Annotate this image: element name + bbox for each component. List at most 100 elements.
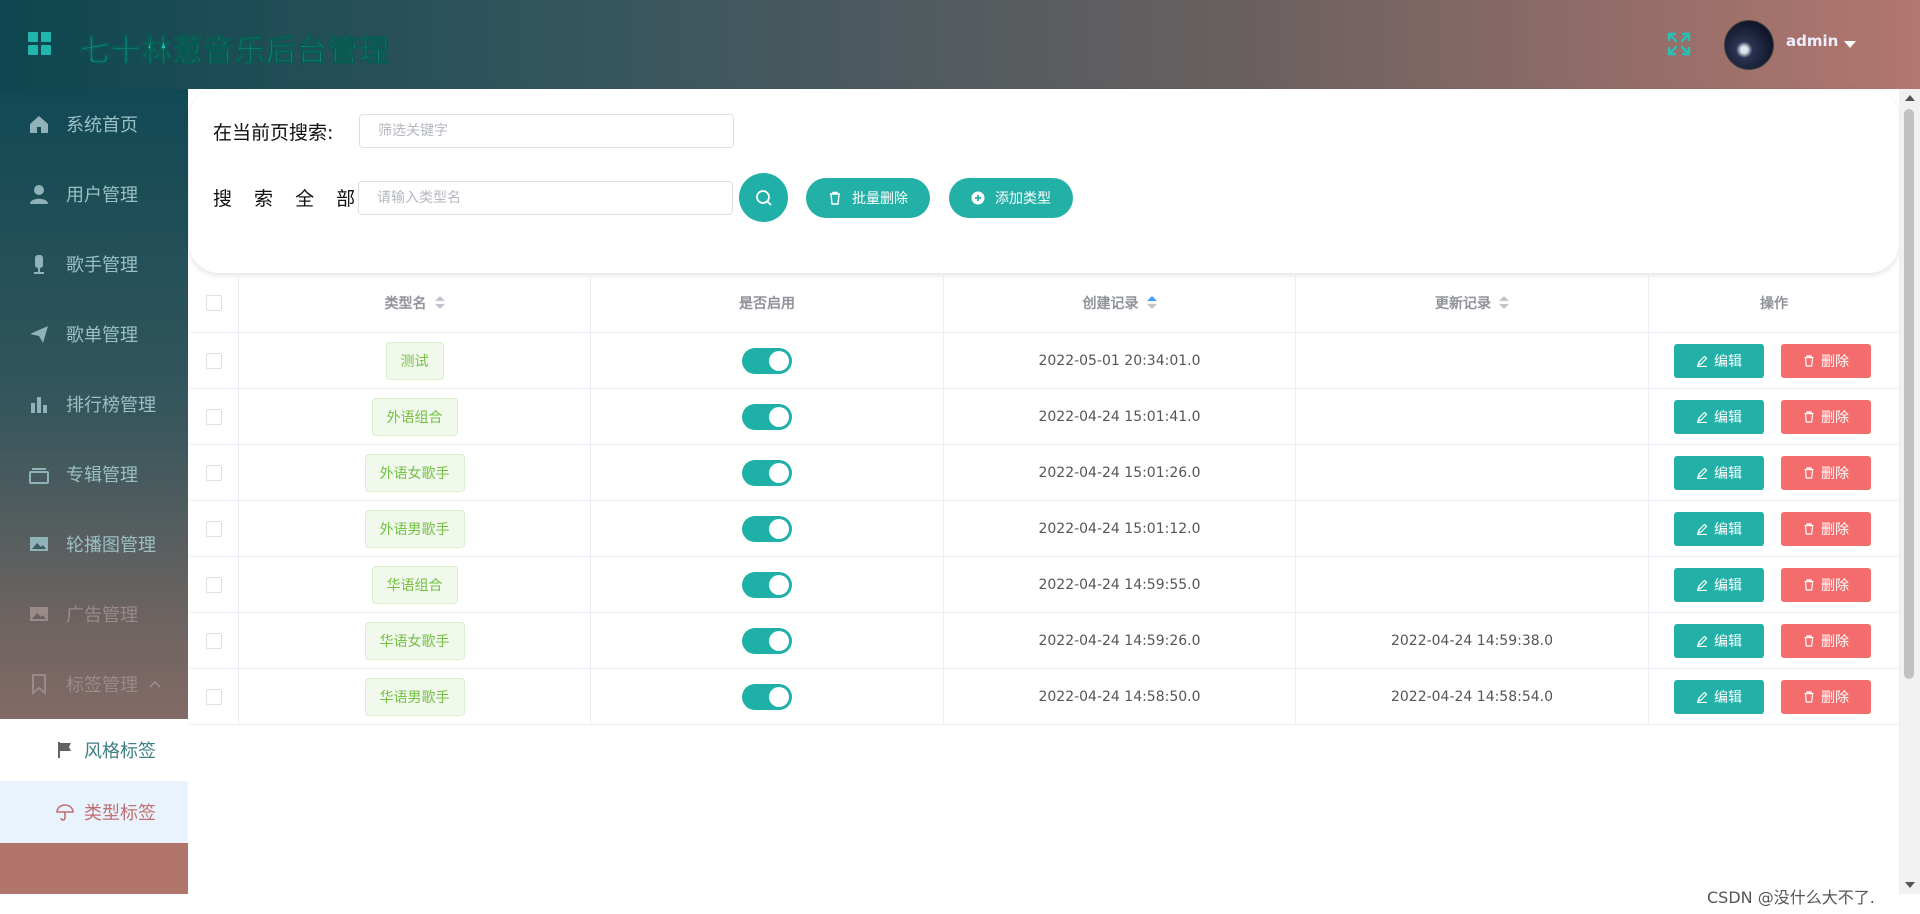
row-checkbox[interactable] — [205, 521, 222, 537]
avatar[interactable] — [1724, 20, 1774, 70]
edit-button[interactable]: 编辑 — [1674, 568, 1764, 602]
search-all-input[interactable] — [358, 181, 733, 215]
row-checkbox[interactable] — [205, 409, 222, 425]
edit-label: 编辑 — [1714, 354, 1742, 370]
sort-icon[interactable] — [1146, 296, 1157, 310]
edit-icon — [1697, 579, 1708, 591]
edit-button[interactable]: 编辑 — [1674, 400, 1764, 434]
row-checkbox[interactable] — [205, 577, 222, 593]
sort-icon[interactable] — [1499, 296, 1509, 310]
user-name[interactable]: admin — [1786, 32, 1838, 50]
sidebar-item-albums[interactable]: 专辑管理 — [0, 439, 188, 509]
created-cell: 2022-04-24 15:01:26.0 — [944, 445, 1296, 501]
table-row: 测试 2022-05-01 20:34:01.0 编辑 删除 — [189, 333, 1899, 389]
actions-cell: 编辑 删除 — [1649, 333, 1899, 389]
current-page-search-input[interactable] — [359, 114, 734, 148]
sidebar-subitem-style-tags[interactable]: 风格标签 — [0, 719, 188, 781]
edit-label: 编辑 — [1714, 466, 1742, 482]
user-icon — [30, 185, 48, 204]
current-page-search-label: 在当前页搜索: — [213, 122, 334, 144]
select-all-checkbox[interactable] — [205, 295, 222, 311]
edit-icon — [1697, 355, 1708, 367]
delete-label: 删除 — [1821, 410, 1849, 426]
sidebar-subitem-type-tags[interactable]: 类型标签 — [0, 781, 188, 843]
enabled-toggle[interactable] — [742, 404, 792, 430]
sidebar-item-singers[interactable]: 歌手管理 — [0, 229, 188, 299]
delete-button[interactable]: 删除 — [1781, 680, 1871, 714]
sidebar-item-playlists[interactable]: 歌单管理 — [0, 299, 188, 369]
sort-icon[interactable] — [434, 296, 445, 310]
enabled-toggle[interactable] — [742, 348, 792, 374]
enabled-toggle[interactable] — [742, 684, 792, 710]
plus-circle-icon — [971, 191, 985, 205]
bookmark-icon — [32, 674, 46, 695]
row-checkbox[interactable] — [205, 633, 222, 649]
row-checkbox[interactable] — [205, 689, 222, 705]
header-updated[interactable]: 更新记录 — [1296, 273, 1649, 333]
sidebar-item-tags[interactable]: 标签管理 — [0, 649, 188, 719]
sidebar-item-home[interactable]: 系统首页 — [0, 89, 188, 159]
edit-button[interactable]: 编辑 — [1674, 512, 1764, 546]
search-button[interactable] — [739, 173, 788, 222]
batch-delete-label: 批量删除 — [852, 191, 908, 207]
edit-button[interactable]: 编辑 — [1674, 456, 1764, 490]
sidebar-item-rankings[interactable]: 排行榜管理 — [0, 369, 188, 439]
type-name-cell: 华语女歌手 — [239, 613, 591, 669]
enabled-toggle[interactable] — [742, 628, 792, 654]
actions-cell: 编辑 删除 — [1649, 389, 1899, 445]
delete-button[interactable]: 删除 — [1781, 624, 1871, 658]
sidebar-item-banners[interactable]: 轮播图管理 — [0, 509, 188, 579]
vertical-scrollbar[interactable] — [1899, 89, 1920, 894]
row-select-cell — [189, 389, 239, 445]
scroll-down-arrow[interactable] — [1905, 882, 1915, 888]
type-name-cell: 华语男歌手 — [239, 669, 591, 725]
header-label: 操作 — [1760, 296, 1788, 312]
menu-grid-icon[interactable] — [28, 32, 52, 56]
fullscreen-icon[interactable] — [1665, 30, 1693, 58]
table-row: 华语组合 2022-04-24 14:59:55.0 编辑 删除 — [189, 557, 1899, 613]
sidebar: 系统首页 用户管理 歌手管理 歌单管理 排行榜管理 专辑管理 轮播图管理 广告管… — [0, 89, 188, 894]
enabled-toggle[interactable] — [742, 572, 792, 598]
delete-button[interactable]: 删除 — [1781, 568, 1871, 602]
sidebar-item-label: 标签管理 — [66, 675, 138, 696]
row-checkbox[interactable] — [205, 465, 222, 481]
sidebar-item-users[interactable]: 用户管理 — [0, 159, 188, 229]
trash-icon — [1804, 691, 1814, 703]
delete-label: 删除 — [1821, 578, 1849, 594]
type-name-tag: 外语组合 — [371, 398, 458, 436]
batch-delete-button[interactable]: 批量删除 — [806, 178, 930, 218]
header-created[interactable]: 创建记录 — [944, 273, 1296, 333]
edit-button[interactable]: 编辑 — [1674, 680, 1764, 714]
edit-button[interactable]: 编辑 — [1674, 344, 1764, 378]
enabled-toggle[interactable] — [742, 460, 792, 486]
row-checkbox[interactable] — [205, 353, 222, 369]
created-cell: 2022-04-24 15:01:41.0 — [944, 389, 1296, 445]
chevron-down-icon[interactable] — [1844, 41, 1856, 48]
scroll-up-arrow[interactable] — [1905, 95, 1915, 101]
table-row: 华语女歌手 2022-04-24 14:59:26.0 2022-04-24 14:… — [189, 613, 1899, 669]
actions-cell: 编辑 删除 — [1649, 669, 1899, 725]
enabled-cell — [591, 445, 944, 501]
trash-icon — [1804, 579, 1814, 591]
delete-label: 删除 — [1821, 522, 1849, 538]
header-label: 更新记录 — [1435, 296, 1491, 312]
header-type-name[interactable]: 类型名 — [239, 273, 591, 333]
delete-button[interactable]: 删除 — [1781, 512, 1871, 546]
enabled-cell — [591, 333, 944, 389]
edit-label: 编辑 — [1714, 410, 1742, 426]
trash-icon — [830, 191, 840, 205]
delete-button[interactable]: 删除 — [1781, 344, 1871, 378]
add-type-button[interactable]: 添加类型 — [949, 178, 1073, 218]
updated-cell: 2022-04-24 14:59:38.0 — [1296, 613, 1649, 669]
enabled-toggle[interactable] — [742, 516, 792, 542]
type-name-tag: 测试 — [385, 342, 444, 380]
row-select-cell — [189, 613, 239, 669]
delete-button[interactable]: 删除 — [1781, 400, 1871, 434]
header-actions: 操作 — [1649, 273, 1899, 333]
delete-button[interactable]: 删除 — [1781, 456, 1871, 490]
edit-button[interactable]: 编辑 — [1674, 624, 1764, 658]
album-icon — [29, 468, 49, 484]
sidebar-item-ads[interactable]: 广告管理 — [0, 579, 188, 649]
scrollbar-thumb[interactable] — [1904, 109, 1914, 679]
enabled-cell — [591, 669, 944, 725]
